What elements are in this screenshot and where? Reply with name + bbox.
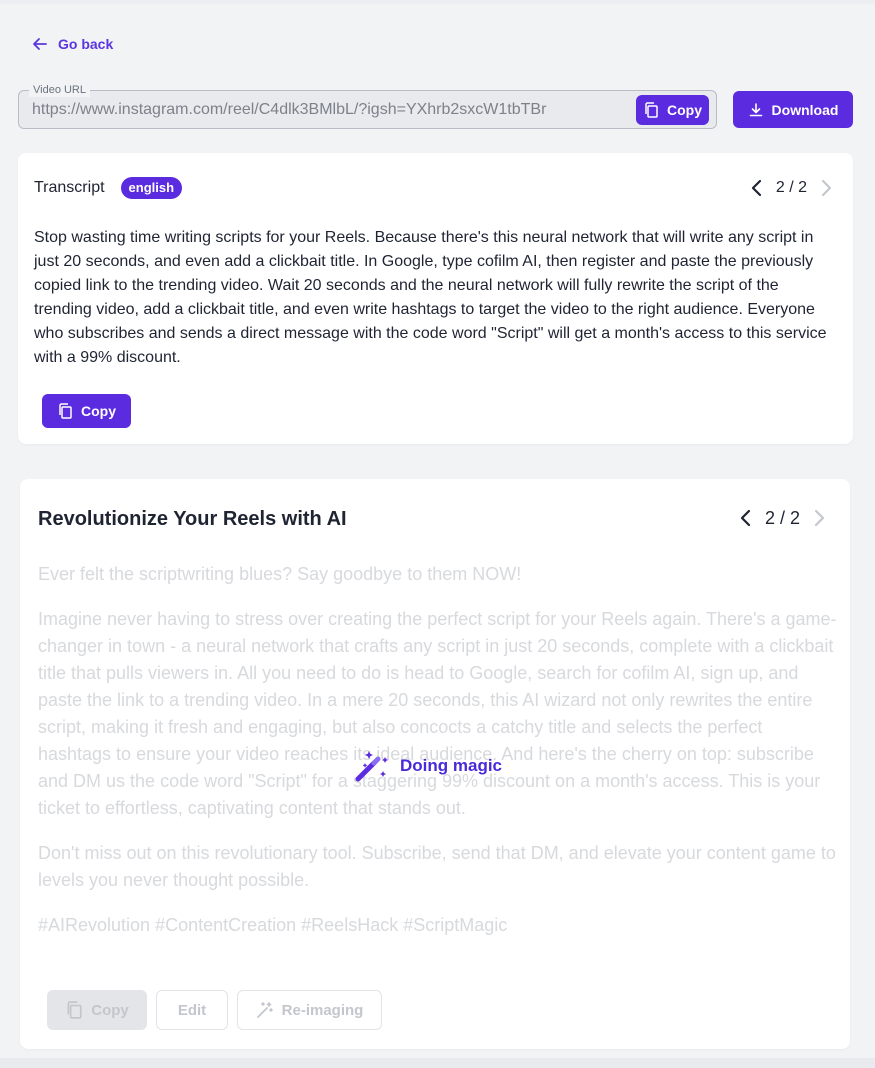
script-paragraph: Don't miss out on this revolutionary too… bbox=[38, 843, 836, 890]
copy-icon bbox=[645, 102, 658, 118]
edit-button[interactable]: Edit bbox=[156, 990, 228, 1030]
go-back-link[interactable]: Go back bbox=[32, 34, 113, 54]
top-strip bbox=[0, 0, 875, 4]
magic-wand-icon bbox=[256, 1002, 273, 1018]
copy-icon bbox=[59, 403, 72, 419]
chevron-right-icon bbox=[821, 179, 832, 197]
script-actions: Copy Edit Re-imaging bbox=[47, 990, 382, 1030]
transcript-text: Stop wasting time writing scripts for yo… bbox=[34, 229, 827, 366]
prev-script-button[interactable] bbox=[735, 507, 757, 529]
next-transcript-button[interactable] bbox=[815, 177, 837, 199]
transcript-page-indicator: 2 / 2 bbox=[775, 179, 807, 196]
chevron-right-icon bbox=[814, 509, 825, 527]
prev-transcript-button[interactable] bbox=[746, 177, 768, 199]
copy-script-button[interactable]: Copy bbox=[47, 990, 147, 1030]
transcript-header: Transcript english bbox=[34, 177, 183, 199]
download-label: Download bbox=[771, 101, 839, 118]
magic-wand-icon bbox=[355, 751, 388, 782]
chevron-left-icon bbox=[740, 509, 751, 527]
script-paragraph: Imagine never having to stress over crea… bbox=[38, 609, 837, 818]
edit-label: Edit bbox=[177, 1001, 207, 1019]
video-url-input[interactable]: https://www.instagram.com/reel/C4dlk3BMl… bbox=[32, 101, 627, 119]
script-pager: 2 / 2 bbox=[735, 507, 830, 529]
script-page-indicator: 2 / 2 bbox=[764, 507, 800, 528]
transcript-pager: 2 / 2 bbox=[746, 177, 837, 199]
bottom-strip bbox=[0, 1058, 875, 1068]
transcript-card: Transcript english 2 / 2 Stop wasting ti… bbox=[18, 153, 853, 444]
transcript-title: Transcript bbox=[34, 179, 105, 196]
copy-icon bbox=[67, 1001, 82, 1019]
download-icon bbox=[749, 102, 762, 116]
script-paragraph: Ever felt the scriptwriting blues? Say g… bbox=[38, 564, 522, 584]
script-hashtags: #AIRevolution #ContentCreation #ReelsHac… bbox=[38, 915, 508, 935]
copy-url-label: Copy bbox=[667, 102, 702, 118]
video-url-field[interactable]: Video URL https://www.instagram.com/reel… bbox=[18, 83, 717, 129]
download-button[interactable]: Download bbox=[733, 91, 853, 128]
arrow-left-icon bbox=[33, 38, 47, 50]
reimagine-label: Re-imaging bbox=[281, 1001, 364, 1019]
language-badge: english bbox=[120, 177, 183, 199]
script-card: Revolutionize Your Reels with AI 2 / 2 E… bbox=[20, 479, 850, 1049]
script-title: Revolutionize Your Reels with AI bbox=[38, 508, 347, 530]
go-back-label: Go back bbox=[58, 36, 114, 52]
reimagine-button[interactable]: Re-imaging bbox=[237, 990, 382, 1030]
copy-url-button[interactable]: Copy bbox=[636, 95, 709, 125]
copy-script-label: Copy bbox=[91, 1001, 129, 1019]
chevron-left-icon bbox=[751, 179, 761, 197]
loading-indicator: Doing magic bbox=[354, 749, 502, 783]
copy-transcript-button[interactable]: Copy bbox=[42, 394, 131, 428]
loading-label: Doing magic bbox=[400, 756, 503, 775]
video-url-legend: Video URL bbox=[29, 83, 90, 97]
copy-transcript-label: Copy bbox=[81, 403, 116, 419]
next-script-button[interactable] bbox=[808, 507, 830, 529]
